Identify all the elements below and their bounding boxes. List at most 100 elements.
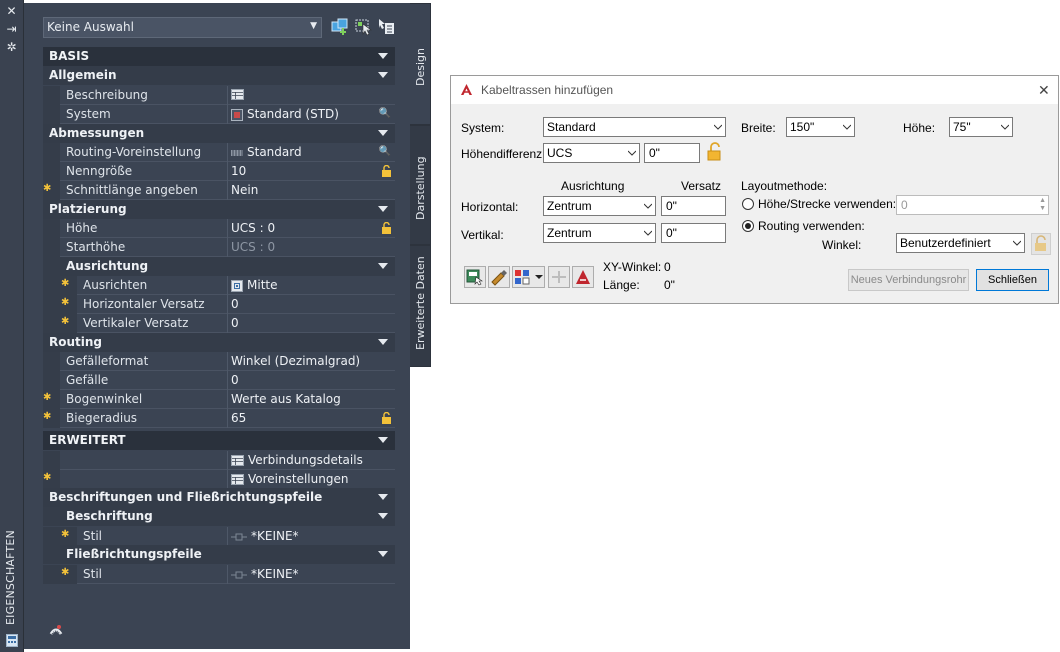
- search-icon[interactable]: 🔍: [379, 108, 391, 119]
- schliessen-button[interactable]: Schließen: [976, 269, 1049, 291]
- vertikal-combo[interactable]: Zentrum: [543, 223, 656, 243]
- collapse-arrow-icon: [378, 551, 388, 557]
- section-beschriftungen[interactable]: Beschriftungen und Fließrichtungspfeile: [43, 488, 395, 507]
- close-icon[interactable]: ✕: [4, 5, 19, 18]
- section-fliessrichtungspfeile[interactable]: Fließrichtungspfeile: [43, 545, 395, 564]
- system-icon: [231, 108, 243, 121]
- vertikal-offset-input[interactable]: 0": [661, 223, 726, 243]
- lock-icon[interactable]: [381, 222, 392, 234]
- tab-design[interactable]: Design: [410, 3, 431, 125]
- autohide-icon[interactable]: ⇥: [4, 23, 19, 36]
- section-ausrichtung[interactable]: Ausrichtung: [43, 257, 395, 276]
- quick-select-icon[interactable]: [331, 18, 351, 38]
- horizontal-offset-input[interactable]: 0": [661, 196, 726, 216]
- layoutmethode-label: Layoutmethode:: [741, 179, 828, 193]
- autocad-logo-icon: [461, 84, 472, 95]
- prop-routing-voreinstellung[interactable]: Routing-Voreinstellung Standard 🔍: [43, 143, 395, 162]
- collapse-arrow-icon: [378, 494, 388, 500]
- system-combo[interactable]: Standard: [543, 117, 726, 137]
- lock-icon[interactable]: [381, 412, 392, 424]
- winkel-combo[interactable]: Benutzerdefiniert: [896, 233, 1025, 253]
- palette-title: EIGENSCHAFTEN: [4, 530, 17, 625]
- lock-icon[interactable]: [381, 165, 392, 177]
- star-icon: ✱: [43, 392, 52, 403]
- section-abmessungen[interactable]: Abmessungen: [43, 124, 395, 143]
- xy-winkel-value: 0: [664, 260, 671, 274]
- lock-icon[interactable]: [706, 142, 724, 162]
- settings-icon[interactable]: ✲: [4, 41, 19, 54]
- collapse-arrow-icon: [378, 53, 388, 59]
- prop-system[interactable]: System Standard (STD) 🔍: [43, 105, 395, 124]
- neues-verbindungsrohr-button[interactable]: Neues Verbindungsrohr: [848, 269, 969, 291]
- lock-icon[interactable]: [1031, 233, 1051, 255]
- prop-gefaelleformat[interactable]: Gefälleformat Winkel (Dezimalgrad): [43, 352, 395, 371]
- breite-combo[interactable]: 150": [786, 117, 855, 137]
- table-icon: [231, 474, 244, 485]
- match-properties-button[interactable]: [488, 266, 510, 288]
- search-icon[interactable]: 🔍: [379, 146, 391, 157]
- hoehe-strecke-input[interactable]: 0 ▲ ▼: [896, 195, 1049, 215]
- prop-voreinstellungen[interactable]: ✱ Voreinstellungen: [43, 470, 395, 489]
- prop-biegeradius[interactable]: ✱ Biegeradius 65: [43, 409, 395, 428]
- prop-verbindungsdetails[interactable]: Verbindungsdetails: [43, 451, 395, 470]
- ausrichtung-header: Ausrichtung: [561, 179, 625, 193]
- hoehendifferenz-combo[interactable]: UCS: [543, 143, 640, 163]
- prop-hoehe[interactable]: Höhe UCS : 0: [43, 219, 395, 238]
- hoehendifferenz-input[interactable]: 0": [644, 143, 700, 163]
- winkel-label: Winkel:: [822, 238, 862, 252]
- autocad-help-button[interactable]: [572, 266, 594, 288]
- section-platzierung[interactable]: Platzierung: [43, 200, 395, 219]
- palette-tabs: Design Darstellung Erweiterte Daten: [410, 3, 431, 649]
- chevron-down-icon: [644, 203, 652, 209]
- calculator-icon[interactable]: [4, 634, 19, 647]
- prop-bogenwinkel[interactable]: ✱ Bogenwinkel Werte aus Katalog: [43, 390, 395, 409]
- hoehe-strecke-radio[interactable]: [742, 198, 754, 210]
- chevron-down-icon: [843, 124, 851, 130]
- star-icon: ✱: [43, 472, 52, 483]
- star-icon: ✱: [61, 278, 70, 289]
- dialog-titlebar: Kabeltrassen hinzufügen ✕: [451, 76, 1058, 104]
- tab-darstellung[interactable]: Darstellung: [410, 125, 431, 245]
- hoehe-label: Höhe:: [903, 121, 936, 135]
- hoehe-combo[interactable]: 75": [949, 117, 1013, 137]
- justify-center-icon: [231, 279, 243, 292]
- tab-erweiterte-daten[interactable]: Erweiterte Daten: [410, 245, 431, 367]
- spinner-icon[interactable]: ▲ ▼: [1039, 197, 1046, 213]
- prop-nenngroesse[interactable]: Nenngröße 10: [43, 162, 395, 181]
- close-icon[interactable]: ✕: [1038, 82, 1050, 99]
- cable-tray-tool-icon[interactable]: [48, 624, 64, 640]
- grip-edit-button[interactable]: [464, 266, 486, 288]
- breite-label: Breite:: [741, 121, 776, 135]
- label-style-icon: [231, 571, 247, 578]
- prop-stil-beschriftung[interactable]: ✱ Stil *KEINE*: [43, 527, 395, 546]
- prop-stil-pfeile[interactable]: ✱ Stil *KEINE*: [43, 565, 395, 584]
- add-cable-tray-dialog: Kabeltrassen hinzufügen ✕ System: Standa…: [450, 75, 1059, 304]
- collapse-arrow-icon: [378, 72, 388, 78]
- star-icon: ✱: [43, 183, 52, 194]
- table-edit-icon[interactable]: [231, 89, 244, 103]
- horizontal-label: Horizontal:: [461, 200, 519, 214]
- section-allgemein[interactable]: Allgemein: [43, 66, 395, 85]
- section-erweitert[interactable]: ERWEITERT: [43, 431, 395, 450]
- select-objects-icon[interactable]: [355, 18, 375, 38]
- prop-vertikaler-versatz[interactable]: ✱ Vertikaler Versatz 0: [43, 314, 395, 333]
- selection-dropdown[interactable]: Keine Auswahl ▼: [43, 17, 322, 38]
- prop-ausrichten[interactable]: ✱ Ausrichten Mitte: [43, 276, 395, 295]
- prop-schnittlaenge[interactable]: ✱ Schnittlänge angeben Nein: [43, 181, 395, 200]
- fitting-dropdown-button[interactable]: [512, 266, 545, 288]
- prop-horizontaler-versatz[interactable]: ✱ Horizontaler Versatz 0: [43, 295, 395, 314]
- section-beschriftung[interactable]: Beschriftung: [43, 507, 395, 526]
- toggle-pickadd-icon[interactable]: [378, 18, 398, 38]
- section-basis[interactable]: BASIS: [43, 47, 395, 66]
- section-routing[interactable]: Routing: [43, 333, 395, 352]
- horizontal-combo[interactable]: Zentrum: [543, 196, 656, 216]
- routing-radio[interactable]: [742, 220, 754, 232]
- star-icon: ✱: [61, 567, 70, 578]
- collapse-arrow-icon: [378, 206, 388, 212]
- hoehendifferenz-label: Höhendifferenz: [461, 147, 543, 161]
- prop-beschreibung[interactable]: Beschreibung: [43, 86, 395, 105]
- collapse-arrow-icon: [378, 263, 388, 269]
- prop-starthoehe: Starthöhe UCS : 0: [43, 238, 395, 257]
- disabled-tool-button[interactable]: [548, 266, 570, 288]
- prop-gefaelle[interactable]: Gefälle 0: [43, 371, 395, 390]
